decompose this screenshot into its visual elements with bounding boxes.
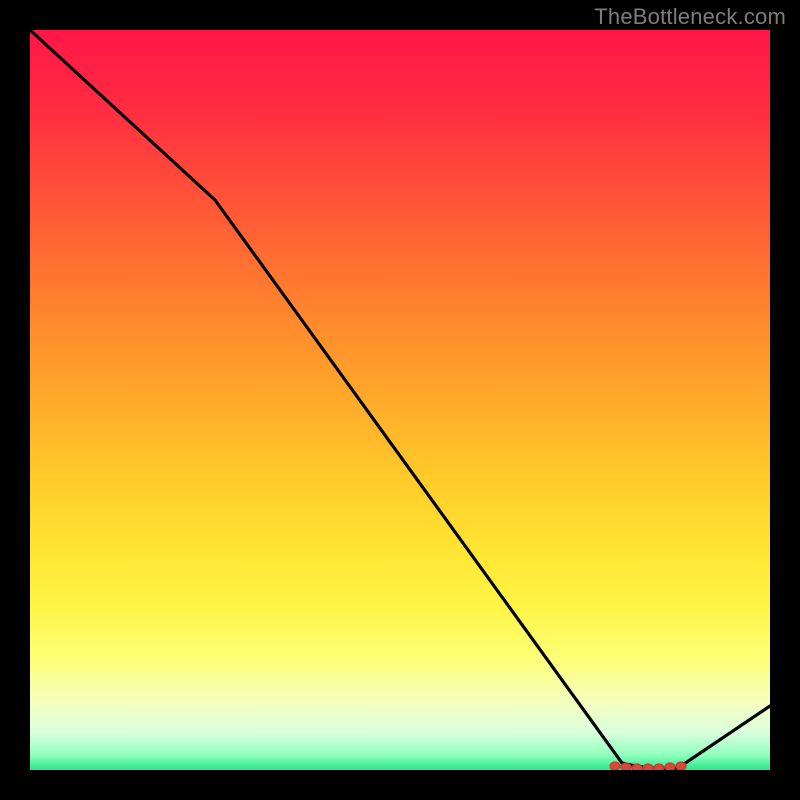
attribution-text: TheBottleneck.com <box>594 4 786 30</box>
curve-svg <box>30 30 770 770</box>
plot-area <box>30 30 770 770</box>
bottleneck-line <box>30 30 770 768</box>
chart-frame: TheBottleneck.com <box>0 0 800 800</box>
